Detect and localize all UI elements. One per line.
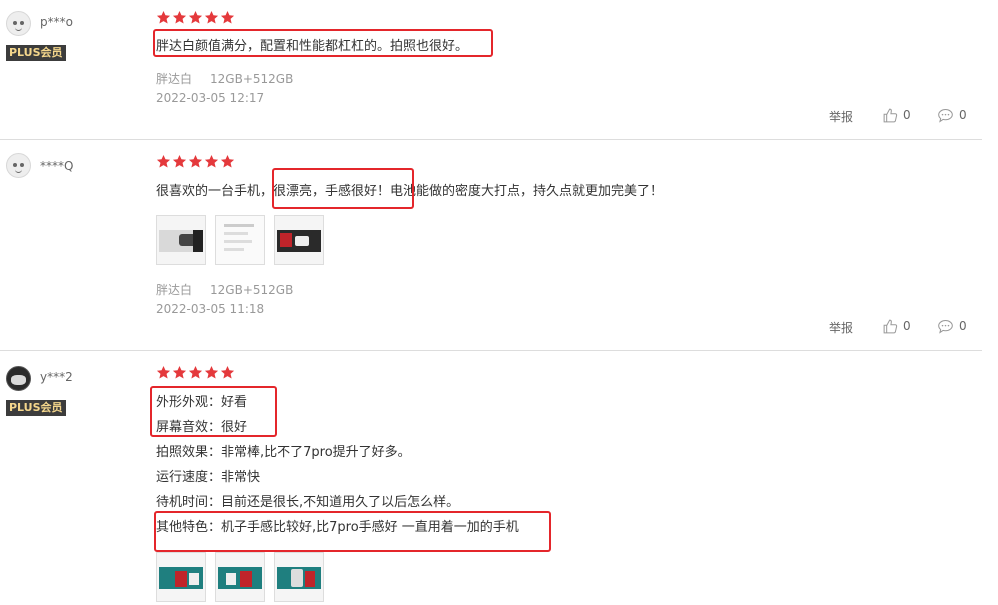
phone-box-image[interactable] xyxy=(274,215,324,265)
like-count: 0 xyxy=(903,108,911,122)
avatar[interactable] xyxy=(6,366,31,391)
star-icon xyxy=(188,365,203,379)
product-color: 胖达白 xyxy=(156,72,193,86)
thumbs-up-icon[interactable] xyxy=(882,107,899,124)
star-rating xyxy=(156,154,235,170)
star-icon xyxy=(156,154,171,168)
star-icon xyxy=(204,154,219,168)
review-item: ****Q 很喜欢的一台手机，很漂亮，手感很好！电池能做的密度大打点，持久点就更… xyxy=(0,140,982,350)
settings-screenshot-image[interactable] xyxy=(215,215,265,265)
review-images xyxy=(156,215,324,265)
comment-icon[interactable] xyxy=(937,318,954,335)
phone-photo-3[interactable] xyxy=(274,552,324,602)
review-date: 2022-03-05 12:17 xyxy=(156,91,265,105)
highlight-box xyxy=(153,29,493,57)
plus-member-badge: PLUS会员 xyxy=(6,45,66,61)
review-item: y***2 PLUS会员 外形外观：好看 屏幕音效：很好 拍照效果：非常棒,比不… xyxy=(0,351,982,605)
username: p***o xyxy=(40,15,73,29)
product-spec: 12GB+512GB xyxy=(210,72,294,86)
product-attributes: 胖达白 12GB+512GB xyxy=(156,70,293,88)
star-icon xyxy=(220,10,235,24)
phone-photo-2[interactable] xyxy=(215,552,265,602)
star-icon xyxy=(172,154,187,168)
review-line: 运行速度：非常快 xyxy=(156,470,261,485)
product-spec: 12GB+512GB xyxy=(210,283,294,297)
star-icon xyxy=(204,10,219,24)
product-attributes: 胖达白 12GB+512GB xyxy=(156,281,293,299)
comment-count: 0 xyxy=(959,319,967,333)
phone-back-image[interactable] xyxy=(156,215,206,265)
highlight-box xyxy=(154,511,551,552)
avatar[interactable] xyxy=(6,11,31,36)
thumbs-up-icon[interactable] xyxy=(882,318,899,335)
phone-photo-1[interactable] xyxy=(156,552,206,602)
username: y***2 xyxy=(40,370,73,384)
star-icon xyxy=(156,365,171,379)
star-icon xyxy=(172,10,187,24)
comment-count: 0 xyxy=(959,108,967,122)
review-date: 2022-03-05 11:18 xyxy=(156,302,265,316)
star-icon xyxy=(220,154,235,168)
report-button[interactable]: 举报 xyxy=(829,319,853,336)
product-color: 胖达白 xyxy=(156,283,193,297)
like-count: 0 xyxy=(903,319,911,333)
star-rating xyxy=(156,10,235,26)
review-line: 拍照效果：非常棒,比不了7pro提升了好多。 xyxy=(156,445,411,460)
username: ****Q xyxy=(40,159,74,173)
highlight-box xyxy=(272,168,414,209)
review-images xyxy=(156,552,324,602)
star-icon xyxy=(188,10,203,24)
avatar[interactable] xyxy=(6,153,31,178)
star-icon xyxy=(220,365,235,379)
star-icon xyxy=(204,365,219,379)
plus-member-badge: PLUS会员 xyxy=(6,400,66,416)
star-rating xyxy=(156,365,235,381)
report-button[interactable]: 举报 xyxy=(829,108,853,125)
star-icon xyxy=(172,365,187,379)
highlight-box xyxy=(150,386,277,437)
star-icon xyxy=(156,10,171,24)
review-item: p***o PLUS会员 胖达白颜值满分，配置和性能都杠杠的。拍照也很好。 胖达… xyxy=(0,0,982,139)
star-icon xyxy=(188,154,203,168)
comment-icon[interactable] xyxy=(937,107,954,124)
